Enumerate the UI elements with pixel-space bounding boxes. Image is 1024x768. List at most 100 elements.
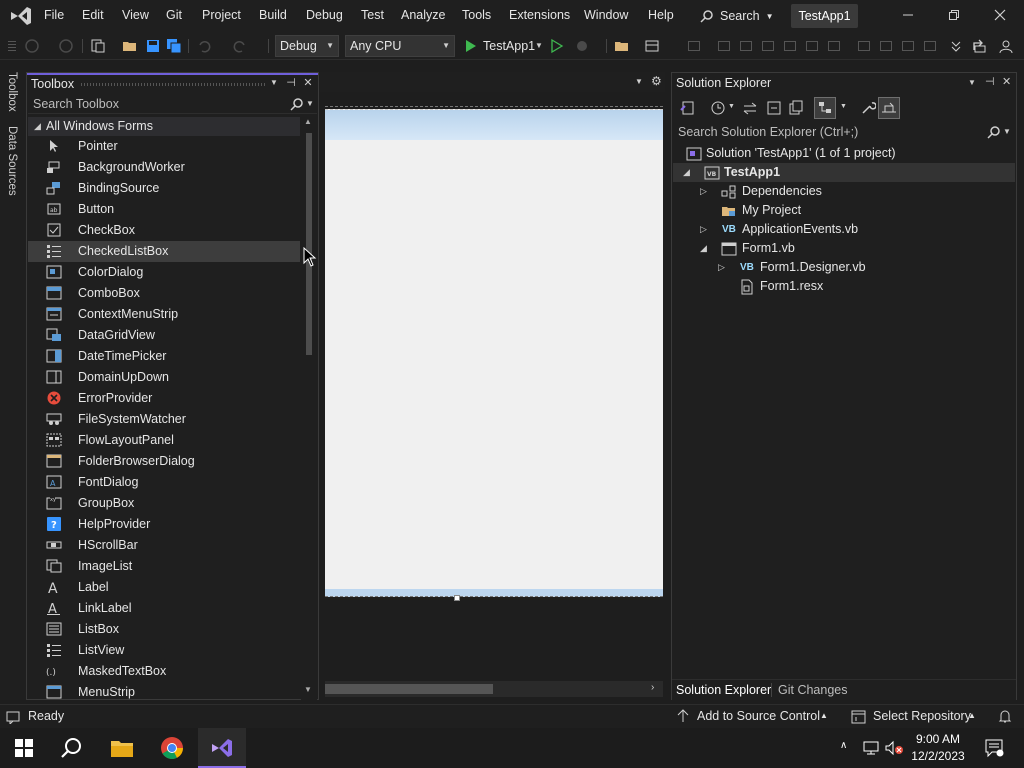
visual-studio-logo-icon[interactable] <box>8 4 34 28</box>
project-name-badge[interactable]: TestApp1 <box>791 4 858 28</box>
run-target-label[interactable]: TestApp1 <box>483 39 535 53</box>
toolbox-item-datagridview[interactable]: DataGridView <box>28 325 300 346</box>
notification-center-icon[interactable] <box>984 738 1004 758</box>
collapse-all-icon[interactable] <box>766 100 782 116</box>
tab-git-changes[interactable]: Git Changes <box>778 683 847 697</box>
chevron-up-icon[interactable]: ▲ <box>968 711 976 720</box>
align-middle-icon[interactable] <box>806 41 818 51</box>
taskbar-search-button[interactable] <box>48 728 96 768</box>
menu-help[interactable]: Help <box>648 8 674 22</box>
show-all-files-icon[interactable] <box>788 100 804 116</box>
chevron-up-icon[interactable]: ▲ <box>820 711 828 720</box>
align-icon[interactable] <box>688 41 700 51</box>
system-clock[interactable]: 9:00 AM 12/2/2023 <box>906 731 970 765</box>
toolbox-item-label[interactable]: A Label <box>28 577 300 598</box>
menu-debug[interactable]: Debug <box>306 8 343 22</box>
toolbox-group-header[interactable]: ◢ All Windows Forms <box>28 117 300 136</box>
live-share-icon[interactable] <box>972 38 988 54</box>
toolbox-item-colordialog[interactable]: ColorDialog <box>28 262 300 283</box>
open-folder-icon[interactable] <box>122 38 138 54</box>
toolbox-item-contextmenustrip[interactable]: ContextMenuStrip <box>28 304 300 325</box>
overflow-chevron-icon[interactable] <box>948 38 964 54</box>
close-panel-icon[interactable]: ✕ <box>301 76 315 92</box>
taskbar-visual-studio[interactable] <box>198 728 246 768</box>
same-height-icon[interactable] <box>880 41 892 51</box>
align-left-icon[interactable] <box>718 41 730 51</box>
data-sources-side-tab[interactable]: Data Sources <box>6 126 18 196</box>
chevron-down-icon[interactable]: ▼ <box>840 103 847 110</box>
search-icon[interactable] <box>290 97 304 111</box>
select-repository-button[interactable]: Select Repository <box>873 709 971 723</box>
solution-explorer-search-input[interactable]: Search Solution Explorer (Ctrl+;) ▼ <box>673 122 1015 142</box>
chevron-down-icon[interactable]: ▼ <box>1003 122 1011 142</box>
menu-extensions[interactable]: Extensions <box>509 8 570 22</box>
toolbox-vertical-scrollbar[interactable]: ▲ ▼ <box>301 117 317 700</box>
toolbar-grip[interactable] <box>8 41 16 51</box>
menu-analyze[interactable]: Analyze <box>401 8 445 22</box>
hot-reload-icon[interactable] <box>574 38 590 54</box>
toolbox-item-flowlayoutpanel[interactable]: FlowLayoutPanel <box>28 430 300 451</box>
platform-dropdown[interactable]: Any CPU ▼ <box>345 35 455 57</box>
scroll-up-arrow-icon[interactable]: ▲ <box>304 117 312 126</box>
toolbox-search-input[interactable]: Search Toolbox ▼ <box>28 94 317 114</box>
tab-solution-explorer[interactable]: Solution Explorer <box>676 683 771 697</box>
search-icon[interactable] <box>987 125 1001 139</box>
forward-icon[interactable] <box>58 38 74 54</box>
form-title-bar[interactable] <box>325 110 663 140</box>
menu-project[interactable]: Project <box>202 8 241 22</box>
pin-icon[interactable]: ⊣ <box>985 75 995 88</box>
project-node[interactable]: ◢ VB TestApp1 <box>673 163 1015 182</box>
notification-message-icon[interactable] <box>6 710 20 724</box>
save-icon[interactable] <box>145 38 161 54</box>
toolbox-item-combobox[interactable]: ComboBox <box>28 283 300 304</box>
toolbox-item-pointer[interactable]: Pointer <box>28 136 300 157</box>
expanded-triangle-icon[interactable]: ◢ <box>683 163 690 182</box>
tab-list-chevron-icon[interactable]: ▼ <box>635 77 643 86</box>
toolbox-item-filesystemwatcher[interactable]: FileSystemWatcher <box>28 409 300 430</box>
new-project-icon[interactable] <box>90 38 106 54</box>
toolbox-item-maskedtextbox[interactable]: (.) MaskedTextBox <box>28 661 300 682</box>
align-right-icon[interactable] <box>762 41 774 51</box>
align-bottom-icon[interactable] <box>828 41 840 51</box>
toolbox-item-menustrip[interactable]: MenuStrip <box>28 682 300 700</box>
menu-git[interactable]: Git <box>166 8 182 22</box>
toolbox-item-button[interactable]: ab Button <box>28 199 300 220</box>
toolbox-item-bindingsource[interactable]: BindingSource <box>28 178 300 199</box>
pin-icon[interactable]: ⊣ <box>284 76 298 92</box>
toolbox-item-domainupdown[interactable]: DomainUpDown <box>28 367 300 388</box>
taskbar-chrome[interactable] <box>148 728 196 768</box>
chevron-down-icon[interactable]: ▼ <box>728 103 735 110</box>
gear-icon[interactable]: ⚙ <box>651 74 662 88</box>
scroll-right-arrow-icon[interactable]: › <box>651 682 654 693</box>
add-to-source-control-button[interactable]: Add to Source Control <box>697 709 820 723</box>
window-position-chevron-icon[interactable]: ▼ <box>267 78 281 94</box>
taskbar-file-explorer[interactable] <box>98 728 146 768</box>
toolbox-item-fontdialog[interactable]: A FontDialog <box>28 472 300 493</box>
start-debugging-icon[interactable] <box>463 38 479 54</box>
menu-test[interactable]: Test <box>361 8 384 22</box>
same-size-icon[interactable] <box>902 41 914 51</box>
sync-icon[interactable] <box>742 100 758 116</box>
collapse-triangle-icon[interactable]: ◢ <box>34 117 41 136</box>
toolbox-item-errorprovider[interactable]: ErrorProvider <box>28 388 300 409</box>
save-all-icon[interactable] <box>166 38 182 54</box>
toolbox-item-hscrollbar[interactable]: HScrollBar <box>28 535 300 556</box>
history-icon[interactable] <box>710 100 726 116</box>
volume-muted-icon[interactable] <box>885 740 905 756</box>
show-hidden-icons-chevron-icon[interactable]: ∧ <box>840 740 847 751</box>
start-without-debugging-icon[interactable] <box>549 38 565 54</box>
expanded-triangle-icon[interactable]: ◢ <box>700 239 707 258</box>
toolbox-item-linklabel[interactable]: A LinkLabel <box>28 598 300 619</box>
menu-build[interactable]: Build <box>259 8 287 22</box>
menu-edit[interactable]: Edit <box>82 8 104 22</box>
configuration-dropdown[interactable]: Debug ▼ <box>275 35 339 57</box>
menu-window[interactable]: Window <box>584 8 628 22</box>
collapsed-triangle-icon[interactable]: ▷ <box>718 258 725 277</box>
bell-icon[interactable] <box>998 709 1012 724</box>
close-button[interactable] <box>990 6 1010 26</box>
align-top-icon[interactable] <box>784 41 796 51</box>
redo-icon[interactable] <box>232 38 248 54</box>
designer-horizontal-scrollbar[interactable]: › <box>325 681 663 697</box>
toolbox-item-folderbrowserdialog[interactable]: FolderBrowserDialog <box>28 451 300 472</box>
toolbox-item-groupbox[interactable]: xy GroupBox <box>28 493 300 514</box>
